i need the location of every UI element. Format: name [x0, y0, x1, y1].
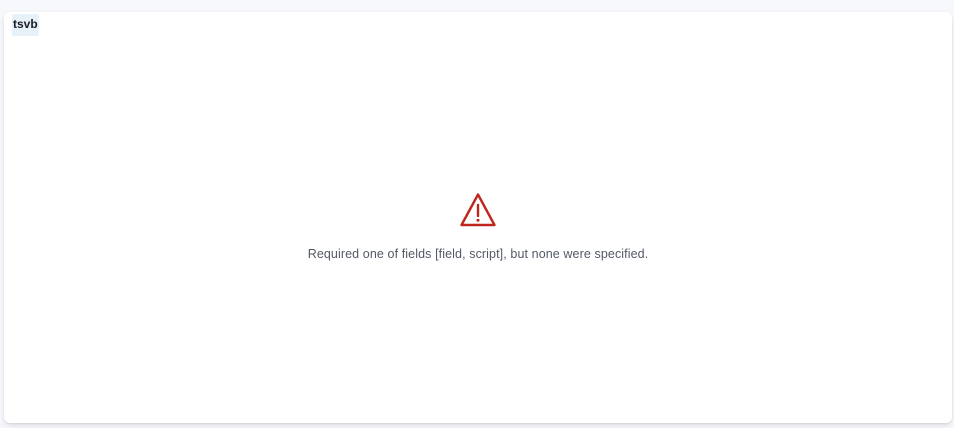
error-state: Required one of fields [field, script], …	[4, 192, 952, 261]
error-message: Required one of fields [field, script], …	[307, 247, 649, 261]
visualization-panel: tsvb Required one of fields [field, scri…	[4, 12, 952, 423]
warning-icon	[459, 192, 497, 228]
panel-title[interactable]: tsvb	[12, 14, 39, 36]
